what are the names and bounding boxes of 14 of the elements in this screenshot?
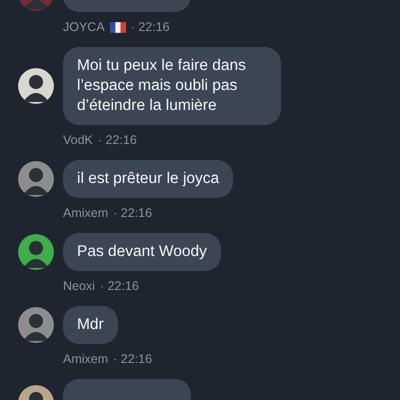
message-text: Moi tu peux le faire dans l’espace mais oubli pas d’éteindre la lumière [63, 47, 281, 125]
timestamp: · 22:16 [113, 352, 152, 366]
sender-name[interactable]: Amixem [63, 352, 108, 366]
sender-name[interactable]: Neoxi [63, 279, 95, 293]
sender-name[interactable]: JOYCA [63, 20, 105, 34]
timestamp: · 22:16 [100, 279, 139, 293]
sender-name[interactable]: Amixem [63, 206, 108, 220]
message-text: il est prêteur le joyca [63, 160, 234, 198]
timestamp: · 22:16 [113, 206, 152, 220]
timestamp: · 22:16 [130, 20, 170, 34]
message-text: Mdr [63, 306, 118, 344]
message-text: Pas devant Woody [63, 233, 221, 271]
sender-name[interactable]: VodK [63, 133, 93, 147]
timestamp: · 22:16 [98, 133, 137, 147]
